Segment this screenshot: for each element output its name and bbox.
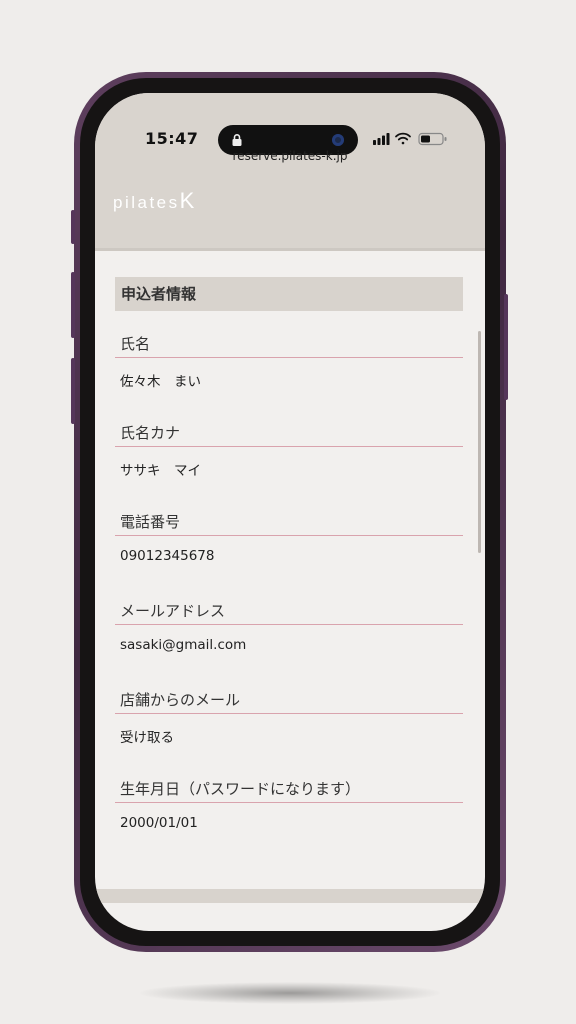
field-value: sasaki@gmail.com (120, 637, 247, 653)
browser-header: 15:47 reserve.pilates-k.jp pilatesK (95, 93, 485, 250)
field-label: 生年月日（パスワードになります） (115, 778, 463, 803)
site-logo[interactable]: pilatesK (113, 188, 194, 214)
field-label: メールアドレス (115, 600, 463, 625)
field-phone: 電話番号 09012345678 (115, 511, 463, 564)
field-value: 受け取る (120, 730, 174, 746)
field-email: メールアドレス sasaki@gmail.com (115, 600, 463, 653)
field-birthdate: 生年月日（パスワードになります） 2000/01/01 (115, 778, 463, 831)
phone-screen: 15:47 reserve.pilates-k.jp pilatesK 申込者情… (95, 93, 485, 931)
logo-mark: K (179, 188, 195, 213)
status-time: 15:47 (145, 129, 199, 148)
wifi-icon (395, 132, 411, 145)
action-button (71, 210, 75, 244)
battery-icon (418, 132, 447, 146)
volume-up-button (71, 272, 75, 338)
address-bar-url[interactable]: reserve.pilates-k.jp (95, 149, 485, 163)
field-label: 氏名カナ (115, 422, 463, 447)
phone-shadow (140, 982, 440, 1004)
lock-icon (232, 134, 242, 146)
field-value: ササキ マイ (120, 463, 201, 479)
field-store-mail: 店舗からのメール 受け取る (115, 689, 463, 746)
field-label: 電話番号 (115, 511, 463, 536)
next-section-bar (95, 889, 485, 903)
section-title: 申込者情報 (115, 277, 463, 311)
field-value: 09012345678 (120, 548, 215, 564)
field-name-kana: 氏名カナ ササキ マイ (115, 422, 463, 479)
field-value: 2000/01/01 (120, 815, 198, 831)
field-name: 氏名 佐々木 まい (115, 333, 463, 390)
field-label: 店舗からのメール (115, 689, 463, 714)
camera-icon (332, 134, 344, 146)
logo-text: pilates (113, 193, 180, 212)
phone-frame: 15:47 reserve.pilates-k.jp pilatesK 申込者情… (71, 72, 508, 952)
signal-icon (373, 133, 390, 145)
field-label: 氏名 (115, 333, 463, 358)
status-icons (373, 132, 447, 146)
power-button (504, 294, 508, 400)
volume-down-button (71, 358, 75, 424)
scrollbar[interactable] (478, 331, 481, 553)
applicant-info-panel: 申込者情報 氏名 佐々木 まい 氏名カナ ササキ マイ 電話番号 0901234… (95, 251, 485, 901)
field-value: 佐々木 まい (120, 374, 201, 390)
